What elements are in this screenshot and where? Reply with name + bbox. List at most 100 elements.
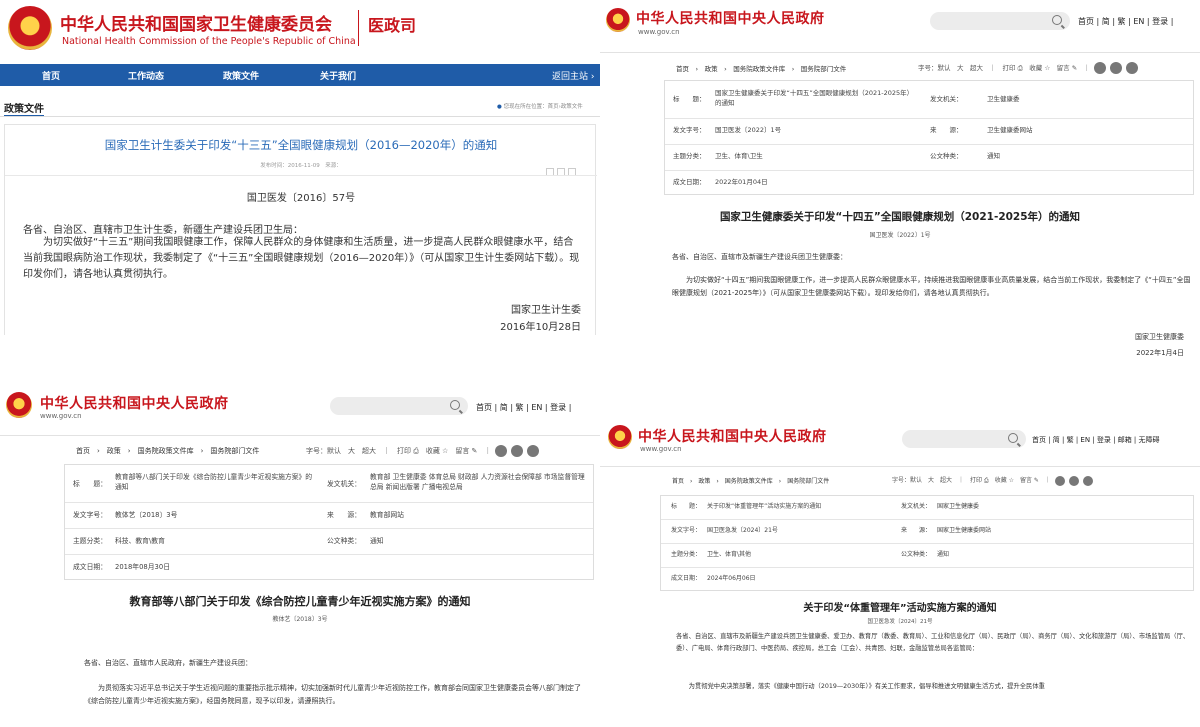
sign-date: 2016年10月28日 — [500, 322, 581, 333]
value-title: 教育部等八部门关于印发《综合防控儿童青少年近视实施方案》的通知 — [115, 473, 313, 492]
gov-page-2018: 中华人民共和国中央人民政府 www.gov.cn 首页 | 简 | 繁 | EN… — [0, 380, 600, 727]
weibo-icon[interactable] — [495, 445, 508, 457]
signature: 国家卫生健康委 — [1135, 333, 1184, 341]
nav-about-us[interactable]: 关于我们 — [320, 69, 356, 82]
back-to-main-link[interactable]: 返回主站 › — [552, 69, 594, 82]
gov-title: 中华人民共和国中央人民政府 — [40, 396, 229, 412]
tools-text[interactable]: 字号：默认 大 超大 ｜ 打印 ⎙ 收藏 ☆ 留言 ✎ ｜ — [918, 64, 1090, 72]
tools-text[interactable]: 字号：默认 大 超大 ｜ 打印 ⎙ 收藏 ☆ 留言 ✎ ｜ — [306, 447, 491, 455]
divider — [358, 10, 359, 46]
value-date: 2022年01月04日 — [715, 178, 768, 186]
label-src: 来 源： — [901, 527, 932, 534]
label-src: 来 源： — [930, 126, 963, 134]
label-no: 发文字号： — [73, 511, 107, 519]
doc-heading: 教育部等八部门关于印发《综合防控儿童青少年近视实施方案》的通知 — [129, 595, 471, 608]
page-tools: 字号：默认 大 超大 ｜ 打印 ⎙ 收藏 ☆ 留言 ✎ ｜ — [892, 475, 1093, 486]
sign-date: 2022年1月4日 — [1136, 349, 1184, 357]
table-row: 主题分类： 卫生、体育\其他 公文种类： 通知 — [661, 544, 1193, 568]
breadcrumb[interactable]: 首页 › 政策 › 国务院政策文件库 › 国务院部门文件 — [76, 446, 259, 456]
doc-number: 国卫医发〔2022〕1号 — [869, 232, 931, 239]
table-row: 标 题： 国家卫生健康委关于印发“十四五”全国眼健康规划（2021-2025年）… — [665, 81, 1193, 119]
search-input[interactable] — [902, 430, 1026, 448]
value-kind: 通知 — [937, 551, 950, 558]
tools-text[interactable]: 字号：默认 大 超大 ｜ 打印 ⎙ 收藏 ☆ 留言 ✎ ｜ — [892, 477, 1051, 484]
dept-title: 医政司 — [368, 16, 417, 35]
label-no: 发文字号： — [671, 527, 702, 534]
search-input[interactable] — [930, 12, 1070, 30]
value-src: 国家卫生健康委网站 — [937, 527, 992, 534]
national-emblem-icon — [6, 392, 32, 418]
value-kind: 通知 — [987, 152, 1000, 160]
meta-table: 标 题： 教育部等八部门关于印发《综合防控儿童青少年近视实施方案》的通知 发文机… — [64, 464, 594, 580]
breadcrumb[interactable]: 首页 › 政策 › 国务院政策文件库 › 国务院部门文件 — [672, 476, 829, 485]
value-date: 2024年06月06日 — [707, 575, 756, 582]
table-row: 标 题： 教育部等八部门关于印发《综合防控儿童青少年近视实施方案》的通知 发文机… — [65, 465, 593, 503]
table-row: 主题分类： 科技、教育\教育 公文种类： 通知 — [65, 529, 593, 555]
section-rule — [0, 116, 600, 117]
label-date: 成文日期： — [673, 178, 706, 186]
weibo-icon[interactable] — [1094, 62, 1107, 74]
value-title: 关于印发“体重管理年”活动实施方案的通知 — [707, 503, 822, 510]
top-links[interactable]: 首页 | 简 | 繁 | EN | 登录 | — [476, 402, 571, 413]
card-rule — [5, 175, 597, 176]
value-no: 教体艺〔2018〕3号 — [115, 511, 178, 519]
addressee: 各省、自治区、直辖市卫生计生委，新疆生产建设兵团卫生局： — [23, 225, 303, 236]
share-icon[interactable] — [1126, 62, 1139, 74]
collage: 中华人民共和国国家卫生健康委员会 National Health Commiss… — [0, 0, 1200, 727]
value-kind: 通知 — [370, 537, 384, 545]
weibo-icon[interactable] — [1054, 475, 1065, 486]
search-icon[interactable] — [450, 400, 460, 410]
body-paragraph: 为切实做好“十四五”期间我国眼健康工作，进一步提高人民群众眼健康水平，持续推进我… — [672, 276, 1191, 297]
value-topic: 卫生、体育\卫生 — [715, 152, 763, 160]
search-icon[interactable] — [1008, 433, 1018, 443]
share-icon[interactable] — [1082, 475, 1093, 486]
article-card: 国家卫生计生委关于印发“十三五”全国眼健康规划（2016—2020年）的通知 发… — [4, 124, 597, 335]
doc-number: 国卫医急发〔2024〕21号 — [867, 619, 933, 625]
breadcrumb[interactable]: 首页 › 政策 › 国务院政策文件库 › 国务院部门文件 — [676, 63, 846, 73]
top-links[interactable]: 首页 | 简 | 繁 | EN | 登录 | — [1078, 16, 1173, 27]
table-row: 成文日期： 2018年08月30日 — [65, 555, 593, 581]
wechat-icon[interactable] — [1110, 62, 1123, 74]
page-tools: 字号：默认 大 超大 ｜ 打印 ⎙ 收藏 ☆ 留言 ✎ ｜ — [306, 445, 540, 457]
value-topic: 卫生、体育\其他 — [707, 551, 752, 558]
main-nav: 首页 工作动态 政策文件 关于我们 返回主站 › — [0, 64, 600, 86]
wechat-icon[interactable] — [1068, 475, 1079, 486]
font-tools — [543, 161, 576, 180]
share-icon[interactable] — [527, 445, 540, 457]
nhc-page: 中华人民共和国国家卫生健康委员会 National Health Commiss… — [0, 0, 600, 335]
label-topic: 主题分类： — [73, 537, 107, 545]
nav-work-news[interactable]: 工作动态 — [128, 69, 164, 82]
signature: 国家卫生计生委 — [511, 305, 581, 316]
top-links[interactable]: 首页 | 简 | 繁 | EN | 登录 | 邮箱 | 无障碍 — [1032, 435, 1160, 445]
header-rule — [0, 435, 600, 436]
value-org: 卫生健康委 — [987, 95, 1020, 103]
doc-heading: 关于印发“体重管理年”活动实施方案的通知 — [803, 603, 997, 614]
table-row: 发文字号： 国卫医发〔2022〕1号 来 源： 卫生健康委网站 — [665, 119, 1193, 145]
gov-title: 中华人民共和国中央人民政府 — [638, 429, 827, 445]
doc-number: 国卫医发〔2016〕57号 — [246, 193, 356, 204]
value-date: 2018年08月30日 — [115, 563, 170, 571]
value-no: 国卫医急发〔2024〕21号 — [707, 527, 778, 534]
national-emblem-icon — [606, 8, 630, 32]
label-title: 标 题： — [671, 503, 702, 510]
nav-policy-docs[interactable]: 政策文件 — [223, 69, 259, 82]
table-row: 发文字号： 教体艺〔2018〕3号 来 源： 教育部网站 — [65, 503, 593, 529]
body-paragraph: 为切实做好“十三五”期间我国眼健康工作，保障人民群众的身体健康和生活质量，进一步… — [23, 237, 580, 280]
table-row: 主题分类： 卫生、体育\卫生 公文种类： 通知 — [665, 145, 1193, 171]
gov-url: www.gov.cn — [638, 28, 680, 36]
table-row: 发文字号： 国卫医急发〔2024〕21号 来 源： 国家卫生健康委网站 — [661, 520, 1193, 544]
label-title: 标 题： — [73, 480, 107, 488]
nav-home[interactable]: 首页 — [42, 69, 60, 82]
wechat-icon[interactable] — [511, 445, 524, 457]
label-topic: 主题分类： — [673, 152, 706, 160]
gov-url: www.gov.cn — [40, 412, 82, 420]
label-src: 来 源： — [327, 511, 361, 519]
body-paragraph: 为贯彻党中央决策部署，落实《健康中国行动（2019—2030年）》有关工作要求，… — [676, 683, 1045, 690]
search-icon[interactable] — [1052, 15, 1062, 25]
org-cn-title: 中华人民共和国国家卫生健康委员会 — [60, 15, 332, 35]
value-org: 国家卫生健康委 — [937, 503, 980, 510]
national-emblem-icon — [8, 6, 52, 50]
search-input[interactable] — [330, 397, 468, 415]
gov-header: 中华人民共和国中央人民政府 www.gov.cn 首页 | 简 | 繁 | EN… — [0, 380, 600, 424]
label-date: 成文日期： — [671, 575, 702, 582]
